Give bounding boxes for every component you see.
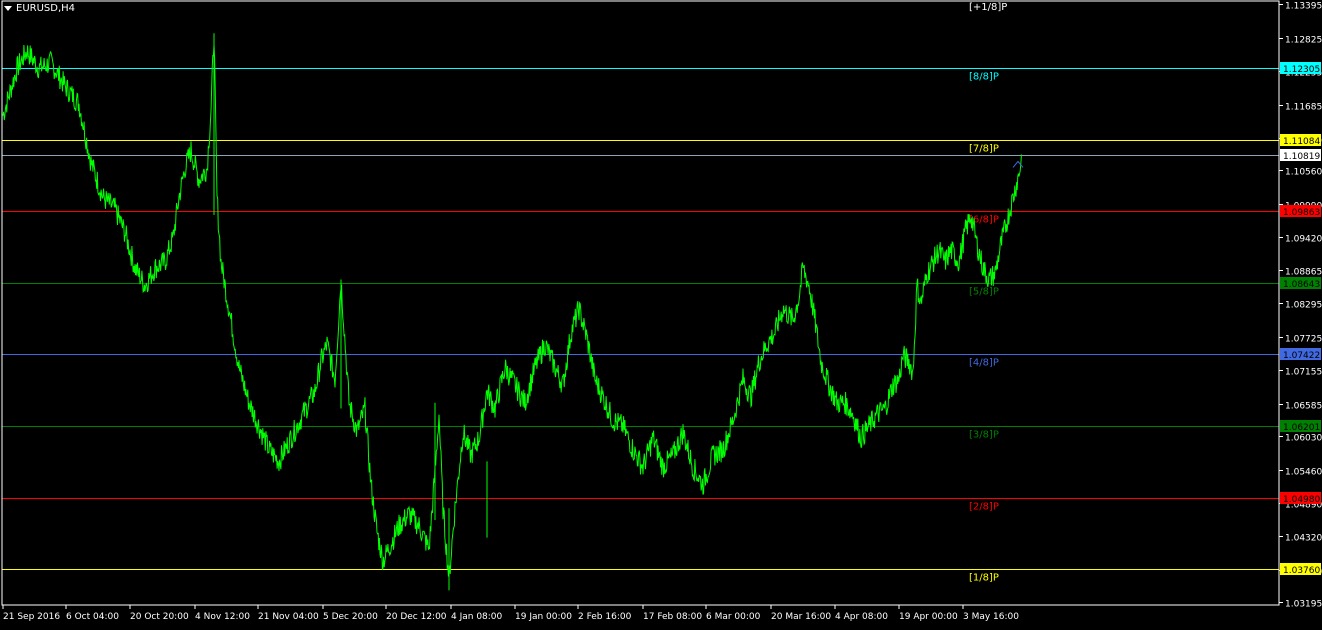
x-tick-label: 3 May 16:00 [963,612,1019,622]
symbol-header[interactable]: EURUSD,H4 [4,3,75,14]
price-chart[interactable]: [+1/8]P[8/8]P[7/8]P[6/8]P[5/8]P[4/8]P[3/… [0,0,1322,626]
x-tick-label: 20 Dec 12:00 [386,612,447,622]
y-tick-label: 1.08295 [1285,301,1322,311]
y-tick-label: 1.03195 [1285,600,1322,610]
murrey-label: [1/8]P [969,573,999,584]
y-tick-label: 1.13395 [1285,2,1322,12]
current-price-badge-label: 1.10819 [1283,152,1320,162]
y-tick-label: 1.07155 [1285,368,1322,378]
price-badge-label: 1.04980 [1283,495,1320,505]
x-tick-label: 17 Feb 08:00 [643,612,702,622]
y-tick-label: 1.10560 [1285,168,1322,178]
price-badge-label: 1.12305 [1283,65,1320,75]
price-badge-label: 1.11084 [1283,137,1320,147]
chart-window[interactable]: [+1/8]P [8/8]P [7/8]P [6/8]P [5/8]P [4/8]P [3/… [0,0,1322,626]
y-tick-label: 1.08865 [1285,268,1322,278]
price-badge-label: 1.09863 [1283,208,1320,218]
x-tick-label: 20 Oct 20:00 [130,612,189,622]
x-tick-label: 6 Mar 00:00 [706,612,761,622]
y-tick-label: 1.12825 [1285,36,1322,46]
murrey-label: [3/8]P [969,430,999,441]
price-badge-label: 1.06201 [1283,423,1320,433]
x-tick-label: 4 Nov 12:00 [195,612,250,622]
x-tick-label: 6 Oct 04:00 [66,612,119,622]
x-tick-label: 5 Dec 20:00 [323,612,378,622]
murrey-label: [5/8]P [969,287,999,298]
x-tick-label: 4 Apr 08:00 [835,612,888,622]
murrey-label: [4/8]P [969,358,999,369]
x-tick-label: 21 Sep 2016 [3,612,60,622]
x-tick-label: 2 Feb 16:00 [578,612,632,622]
symbol-timeframe-label: EURUSD,H4 [16,3,76,14]
y-tick-label: 1.06030 [1285,434,1322,444]
murrey-label: [7/8]P [969,144,999,155]
murrey-label: [8/8]P [969,72,999,83]
x-tick-label: 20 Mar 16:00 [771,612,831,622]
x-tick-label: 4 Jan 08:00 [451,612,503,622]
y-tick-label: 1.04320 [1285,534,1322,544]
y-tick-label: 1.11685 [1285,103,1322,113]
price-badge-label: 1.07422 [1283,351,1320,361]
y-tick-label: 1.06585 [1285,402,1322,412]
y-tick-label: 1.07725 [1285,335,1322,345]
x-tick-label: 19 Apr 00:00 [899,612,958,622]
x-tick-label: 19 Jan 00:00 [515,612,572,622]
price-badge-label: 1.08643 [1283,280,1320,290]
price-badge-label: 1.03760 [1283,566,1320,576]
murrey-label: [2/8]P [969,502,999,513]
murrey-label: [+1/8]P [969,2,1007,13]
x-tick-label: 21 Nov 04:00 [258,612,319,622]
y-tick-label: 1.09420 [1285,235,1322,245]
y-tick-label: 1.05460 [1285,468,1322,478]
dropdown-triangle-icon[interactable] [4,6,12,11]
